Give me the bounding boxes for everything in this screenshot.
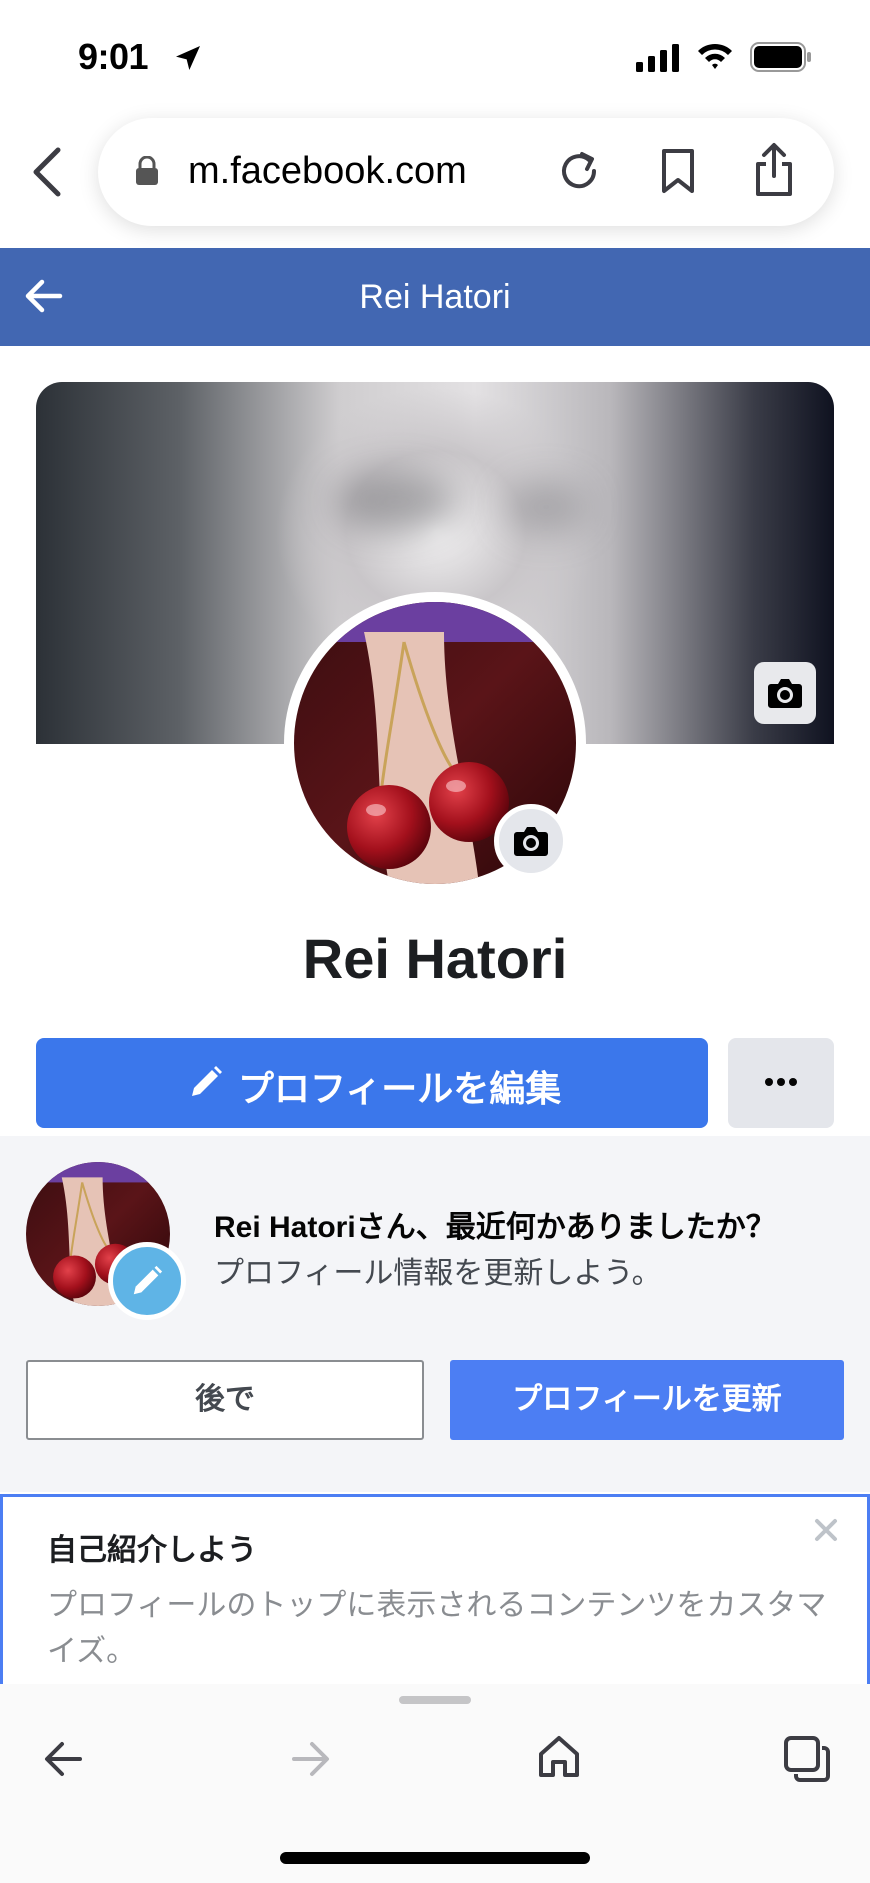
facebook-header: Rei Hatori (0, 248, 870, 346)
cover-blur-shape (506, 482, 586, 532)
status-time: 9:01 (78, 36, 149, 77)
status-bar: 9:01 (0, 0, 870, 110)
header-title: Rei Hatori (359, 278, 511, 316)
home-indicator (280, 1852, 590, 1864)
tabs-icon[interactable] (782, 1734, 832, 1784)
url-text[interactable]: m.facebook.com (188, 150, 467, 193)
more-dots-icon (765, 1078, 797, 1086)
battery-icon (750, 42, 811, 72)
prompt-subtitle: プロフィール情報を更新しよう。 (214, 1257, 662, 1290)
reload-icon[interactable] (556, 148, 602, 194)
update-profile-button[interactable]: プロフィールを更新 (450, 1360, 844, 1440)
profile-update-prompt: Rei Hatoriさん、最近何かありましたか？ プロフィール情報を更新しよう。… (0, 1136, 870, 1492)
forward-arrow-icon[interactable] (290, 1740, 332, 1778)
edit-cover-photo-button[interactable] (754, 662, 816, 724)
edit-profile-label: プロフィールを編集 (238, 1068, 562, 1109)
edit-profile-button[interactable]: プロフィールを編集 (36, 1038, 708, 1128)
intro-title: 自己紹介しよう (47, 1534, 257, 1567)
share-icon[interactable] (752, 142, 796, 198)
cellular-signal-icon (636, 44, 679, 72)
pencil-icon (133, 1265, 163, 1295)
bookmark-icon[interactable] (658, 148, 698, 194)
more-options-button[interactable] (728, 1038, 834, 1128)
back-arrow-icon[interactable] (42, 1740, 84, 1778)
camera-icon (514, 827, 548, 856)
close-icon[interactable] (811, 1515, 841, 1545)
lock-icon (136, 156, 158, 185)
browser-back-chevron-icon[interactable] (28, 146, 68, 198)
pencil-badge[interactable] (108, 1242, 186, 1320)
location-arrow-icon (176, 46, 200, 70)
cover-blur-shape (336, 472, 456, 532)
browser-toolbar (0, 1684, 870, 1883)
edit-profile-picture-button[interactable] (494, 804, 568, 878)
intro-description: プロフィールのトップに表示されるコンテンツをカスタマイズ。 (47, 1589, 827, 1668)
intro-card[interactable]: 自己紹介しよう プロフィールのトップに表示されるコンテンツをカスタマイズ。 (0, 1494, 870, 1684)
prompt-title: Rei Hatoriさん、最近何かありましたか？ (214, 1211, 776, 1244)
grab-handle[interactable] (399, 1696, 471, 1704)
address-bar[interactable]: m.facebook.com (98, 118, 834, 226)
home-icon[interactable] (538, 1734, 580, 1778)
camera-icon (768, 679, 802, 708)
profile-name: Rei Hatori (302, 927, 568, 990)
wifi-icon (698, 43, 732, 69)
pencil-icon (192, 1066, 222, 1096)
later-button[interactable]: 後で (26, 1360, 424, 1440)
